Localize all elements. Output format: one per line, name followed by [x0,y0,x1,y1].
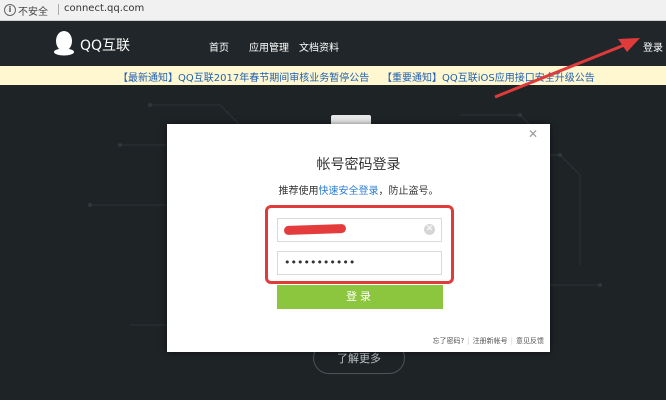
nav-item-app-management[interactable]: 应用管理 [249,39,289,54]
register-link[interactable]: 注册新帐号 [473,337,508,345]
login-link[interactable]: 登录 [643,39,663,54]
divider: | [467,337,470,345]
divider [58,4,59,15]
url-text[interactable]: connect.qq.com [64,3,144,14]
notice-link-latest[interactable]: 【最新通知】QQ互联2017年春节期间审核业务暂停公告 [118,69,369,84]
annotation-highlight-box [265,205,454,284]
notice-bar: 【最新通知】QQ互联2017年春节期间审核业务暂停公告 【重要通知】QQ互联iO… [0,66,666,85]
modal-subtitle: 推荐使用快速安全登录，防止盗号。 [167,182,550,197]
security-label: 不安全 [18,7,48,18]
qq-penguin-icon[interactable] [53,30,75,56]
divider: | [510,337,513,345]
subtitle-suffix: ，防止盗号。 [378,186,439,197]
modal-title: 帐号密码登录 [316,157,401,173]
login-modal: ✕ 帐号密码登录 推荐使用快速安全登录，防止盗号。 ✕ ••••••••••• … [167,124,550,352]
logo-text[interactable]: QQ互联 [80,35,130,55]
nav-item-home[interactable]: 首页 [209,39,229,54]
browser-address-bar[interactable]: i 不安全 connect.qq.com [0,0,666,21]
close-icon[interactable]: ✕ [528,127,538,141]
login-submit-button[interactable]: 登录 [277,285,443,309]
feedback-link[interactable]: 意见反馈 [516,337,544,345]
subtitle-prefix: 推荐使用 [278,186,319,197]
modal-footer-links: 忘了密码? | 注册新帐号 | 意见反馈 [433,336,544,346]
forgot-password-link[interactable]: 忘了密码? [433,337,465,345]
info-icon[interactable]: i [4,4,16,16]
notice-link-important[interactable]: 【重要通知】QQ互联iOS应用接口安全升级公告 [382,69,595,84]
nav-item-docs[interactable]: 文档资料 [299,39,339,54]
quick-login-link[interactable]: 快速安全登录 [319,186,379,197]
